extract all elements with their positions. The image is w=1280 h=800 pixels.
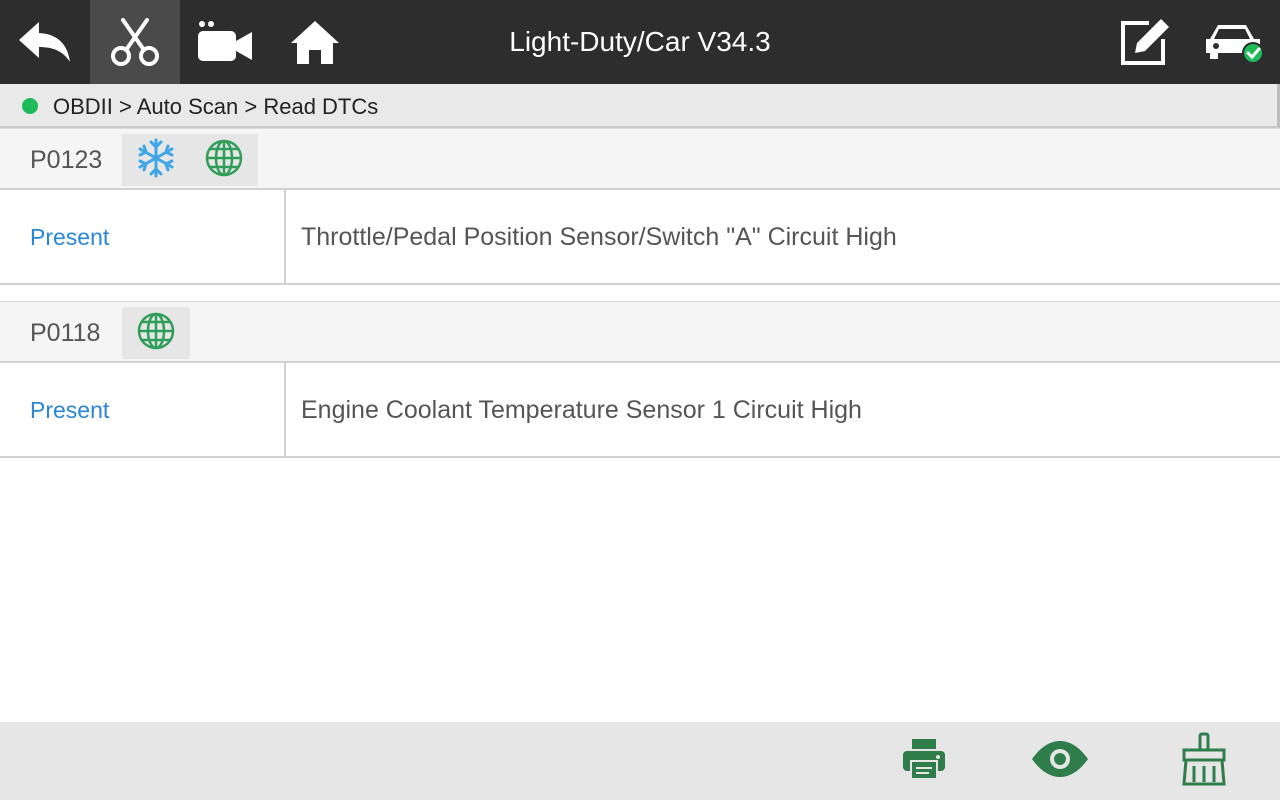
- dtc-code: P0118: [30, 319, 101, 347]
- eye-icon: [1030, 740, 1090, 782]
- vehicle-status-button[interactable]: [1190, 0, 1280, 84]
- dtc-status: Present: [30, 224, 110, 250]
- edit-icon: [1119, 17, 1171, 67]
- dtc-header[interactable]: P0118: [0, 301, 1280, 363]
- row-spacer: [0, 285, 1280, 301]
- back-arrow-icon: [17, 18, 73, 66]
- home-button[interactable]: [270, 0, 360, 84]
- snowflake-icon: [136, 138, 176, 183]
- breadcrumb-bar: OBDII > Auto Scan > Read DTCs: [0, 84, 1280, 128]
- web-help-button[interactable]: [122, 307, 190, 359]
- car-connected-icon: [1204, 19, 1266, 65]
- scissors-button[interactable]: [90, 0, 180, 84]
- connection-status-dot: [22, 98, 38, 114]
- breadcrumb: OBDII > Auto Scan > Read DTCs: [53, 94, 379, 119]
- clear-broom-icon: [1178, 732, 1230, 791]
- column-divider: [284, 363, 286, 458]
- print-icon: [901, 737, 947, 786]
- dtc-status: Present: [30, 397, 110, 423]
- scissors-icon: [109, 17, 161, 67]
- column-divider: [284, 190, 286, 285]
- bottom-toolbar: [0, 722, 1280, 800]
- edit-button[interactable]: [1100, 0, 1190, 84]
- globe-icon: [204, 138, 244, 183]
- dtc-row[interactable]: Present Engine Coolant Temperature Senso…: [0, 363, 1280, 458]
- dtc-header[interactable]: P0123: [0, 128, 1280, 190]
- dtc-row[interactable]: Present Throttle/Pedal Position Sensor/S…: [0, 190, 1280, 285]
- video-button[interactable]: [180, 0, 270, 84]
- back-button[interactable]: [0, 0, 90, 84]
- dtc-description: Throttle/Pedal Position Sensor/Switch "A…: [301, 223, 897, 251]
- home-icon: [289, 18, 341, 66]
- video-camera-icon: [196, 19, 254, 65]
- dtc-description: Engine Coolant Temperature Sensor 1 Circ…: [301, 396, 862, 424]
- print-button[interactable]: [884, 722, 964, 800]
- web-help-button[interactable]: [190, 134, 258, 186]
- app-title: Light-Duty/Car V34.3: [509, 26, 771, 57]
- top-toolbar: Light-Duty/Car V34.3: [0, 0, 1280, 84]
- dtc-list: P0123 Present Throttle/Pedal Position Se…: [0, 128, 1280, 458]
- view-button[interactable]: [1020, 722, 1100, 800]
- dtc-code: P0123: [30, 146, 103, 174]
- clear-codes-button[interactable]: [1164, 722, 1244, 800]
- freeze-frame-button[interactable]: [122, 134, 190, 186]
- globe-icon: [136, 311, 176, 356]
